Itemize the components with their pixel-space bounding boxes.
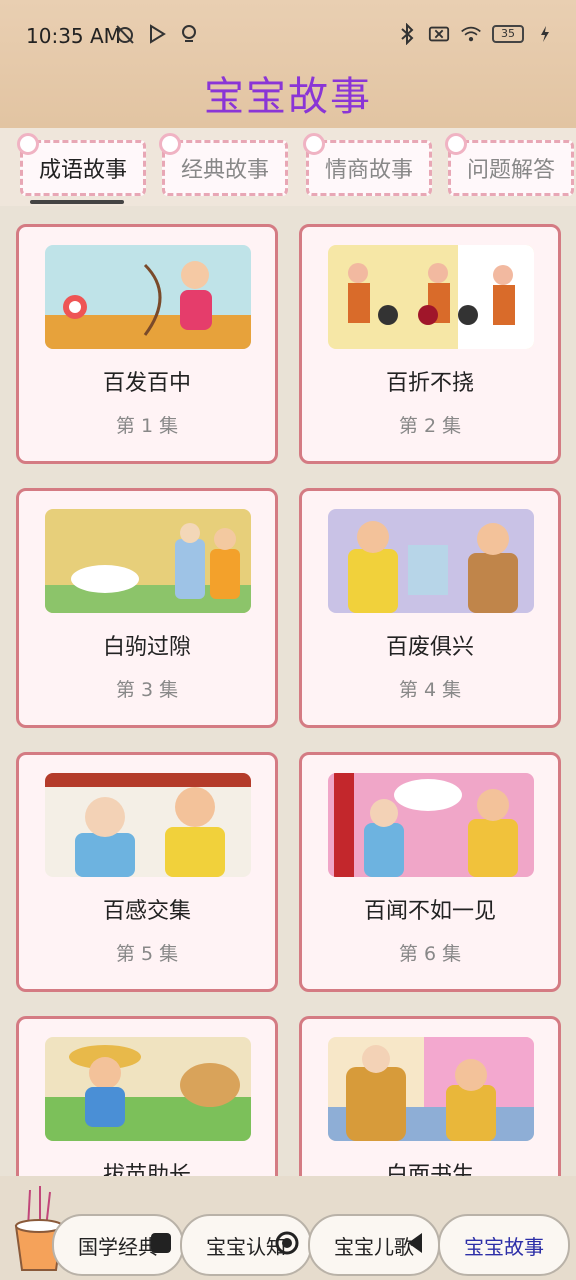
story-card[interactable]: 百发百中 第 1 集 [16, 224, 278, 464]
story-card[interactable]: 白驹过隙 第 3 集 [16, 488, 278, 728]
nav-stories[interactable]: 宝宝故事 [438, 1214, 570, 1276]
card-episode: 第 2 集 [398, 415, 462, 437]
tab-qa[interactable]: 问题解答 [445, 133, 574, 196]
tab-idiom-stories[interactable]: 成语故事 [17, 133, 146, 196]
three-men-cartoon-image [328, 245, 534, 349]
card-title: 百发百中 [102, 371, 191, 396]
card-title: 百废俱兴 [385, 635, 474, 660]
tab-classic-stories[interactable]: 经典故事 [159, 133, 288, 196]
active-tab-indicator [30, 200, 124, 204]
story-grid: 百发百中 第 1 集 百折不挠 第 2 集 白驹过隙 第 3 集 百废俱兴 第 … [0, 206, 576, 1176]
scholar-cartoon-image [328, 1037, 534, 1141]
back-icon[interactable] [402, 1230, 428, 1256]
tab-eq-stories[interactable]: 情商故事 [303, 133, 432, 196]
two-men-cartoon-image [45, 773, 251, 877]
farmer-cartoon-image [45, 1037, 251, 1141]
archer-cartoon-image [45, 245, 251, 349]
charging-icon [534, 22, 556, 46]
card-title: 百闻不如一见 [363, 899, 496, 924]
emperor-cartoon-image [328, 773, 534, 877]
page-title: 宝宝故事 [204, 74, 372, 120]
recent-apps-icon[interactable] [148, 1230, 174, 1256]
bottom-nav: 国学经典 宝宝认知 宝宝儿歌 宝宝故事 [0, 1176, 576, 1280]
card-title: 白面书生 [385, 1163, 474, 1176]
wifi-icon [460, 22, 482, 46]
card-episode: 第 3 集 [115, 679, 179, 701]
story-card[interactable]: 百感交集 第 5 集 [16, 752, 278, 992]
story-card[interactable]: 拔苗助长 [16, 1016, 278, 1176]
play-store-icon [146, 22, 168, 46]
card-title: 百感交集 [102, 899, 191, 924]
alarm-off-icon [114, 22, 136, 46]
story-card[interactable]: 百闻不如一见 第 6 集 [299, 752, 561, 992]
story-card[interactable]: 白面书生 [299, 1016, 561, 1176]
card-episode: 第 6 集 [398, 943, 462, 965]
white-horse-cartoon-image [45, 509, 251, 613]
status-bar: 10:35 AM 35 [0, 0, 576, 70]
app-header: 10:35 AM 35 宝宝故事 [0, 0, 576, 128]
notification-icon [178, 22, 200, 46]
card-title: 拔苗助长 [102, 1163, 191, 1176]
officials-reading-cartoon-image [328, 509, 534, 613]
bluetooth-icon [396, 22, 418, 46]
card-episode: 第 4 集 [398, 679, 462, 701]
story-card[interactable]: 百废俱兴 第 4 集 [299, 488, 561, 728]
home-icon[interactable] [274, 1230, 300, 1256]
status-time: 10:35 AM [26, 24, 121, 48]
battery-icon: 35 [492, 25, 524, 43]
card-title: 百折不挠 [385, 371, 474, 396]
card-title: 白驹过隙 [102, 635, 191, 660]
story-card[interactable]: 百折不挠 第 2 集 [299, 224, 561, 464]
no-sim-icon [428, 22, 450, 46]
category-tabs: 成语故事 经典故事 情商故事 问题解答 [0, 128, 576, 206]
card-episode: 第 1 集 [115, 415, 179, 437]
card-episode: 第 5 集 [115, 943, 179, 965]
